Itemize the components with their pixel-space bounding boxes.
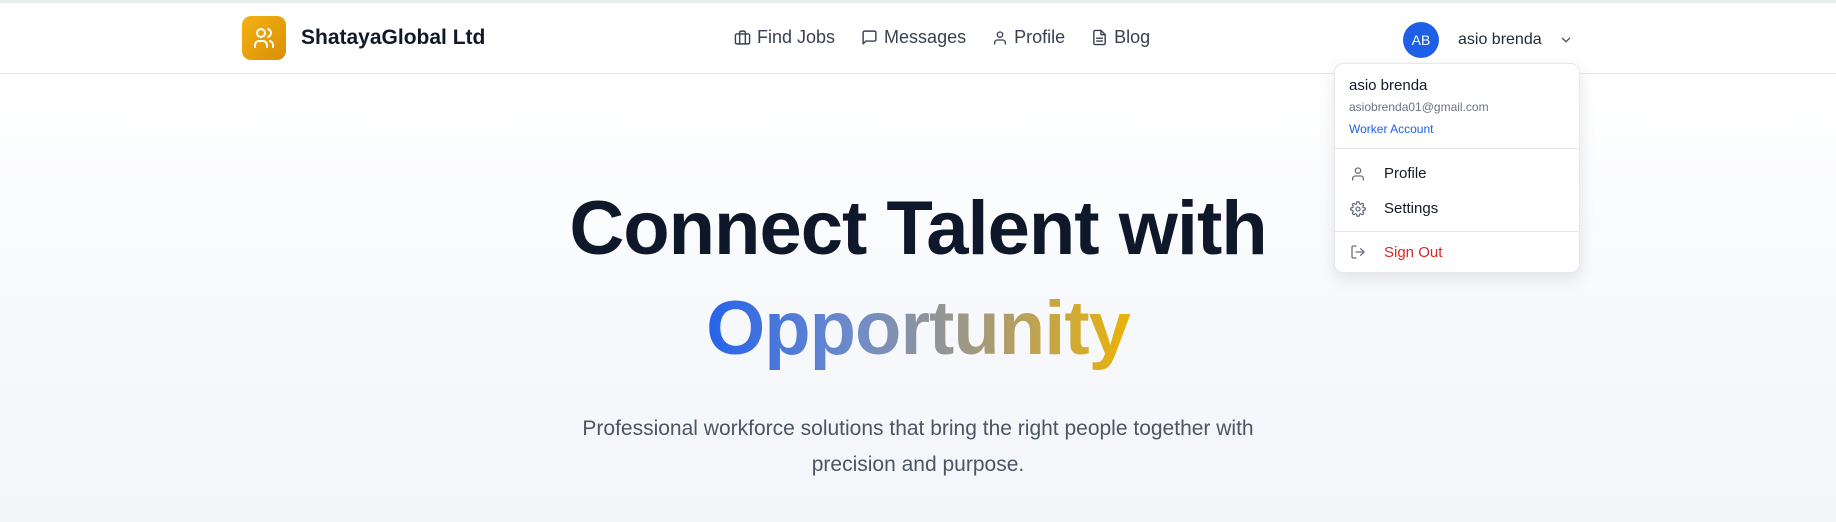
nav-item-label: Blog [1114, 27, 1151, 47]
nav-item-label: Find Jobs [757, 27, 836, 47]
main-nav: Find Jobs Messages Profile Blog [734, 27, 1176, 48]
nav-item-messages[interactable]: Messages [861, 27, 966, 48]
users-icon [242, 16, 286, 60]
dropdown-user-email: asiobrenda01@gmail.com [1349, 100, 1489, 114]
user-name: asio brenda [1458, 31, 1542, 48]
sign-out-button[interactable]: Sign Out [1335, 232, 1579, 272]
user-menu-button[interactable]: AB asio brenda [1403, 22, 1573, 58]
dropdown-items: Profile Settings [1335, 149, 1579, 232]
brand[interactable]: ShatayaGlobal Ltd [242, 16, 485, 60]
dropdown-account-type: Worker Account [1349, 122, 1434, 136]
nav-item-blog[interactable]: Blog [1091, 27, 1150, 48]
log-out-icon [1351, 245, 1365, 259]
nav-item-label: Profile [1014, 27, 1066, 47]
chevron-down-icon [1561, 37, 1570, 43]
hero-title-line2: Opportunity [0, 285, 1836, 372]
brand-name: ShatayaGlobal Ltd [301, 26, 486, 49]
dropdown-item-profile[interactable]: Profile [1335, 156, 1579, 191]
nav-item-find-jobs[interactable]: Find Jobs [734, 27, 835, 48]
message-square-icon [862, 30, 877, 45]
nav-item-profile[interactable]: Profile [992, 27, 1065, 48]
sign-out-label: Sign Out [1384, 243, 1443, 261]
dropdown-user-name: asio brenda [1349, 77, 1428, 94]
avatar: AB [1403, 22, 1439, 58]
hero-subtitle: Professional workforce solutions that br… [582, 417, 1254, 476]
file-text-icon [1093, 29, 1106, 46]
dropdown-item-settings[interactable]: Settings [1335, 191, 1579, 226]
dropdown-item-label: Profile [1384, 165, 1427, 182]
dropdown-user-info: asio brenda asiobrenda01@gmail.com Worke… [1335, 64, 1579, 149]
user-icon [1352, 166, 1364, 181]
user-dropdown-menu: asio brenda asiobrenda01@gmail.com Worke… [1334, 63, 1580, 273]
dropdown-item-label: Settings [1384, 200, 1439, 217]
gear-icon [1350, 200, 1366, 217]
nav-item-label: Messages [884, 27, 967, 47]
briefcase-icon [734, 30, 751, 45]
hero-title-highlight: Opportunity [706, 286, 1131, 371]
user-icon [994, 30, 1007, 45]
